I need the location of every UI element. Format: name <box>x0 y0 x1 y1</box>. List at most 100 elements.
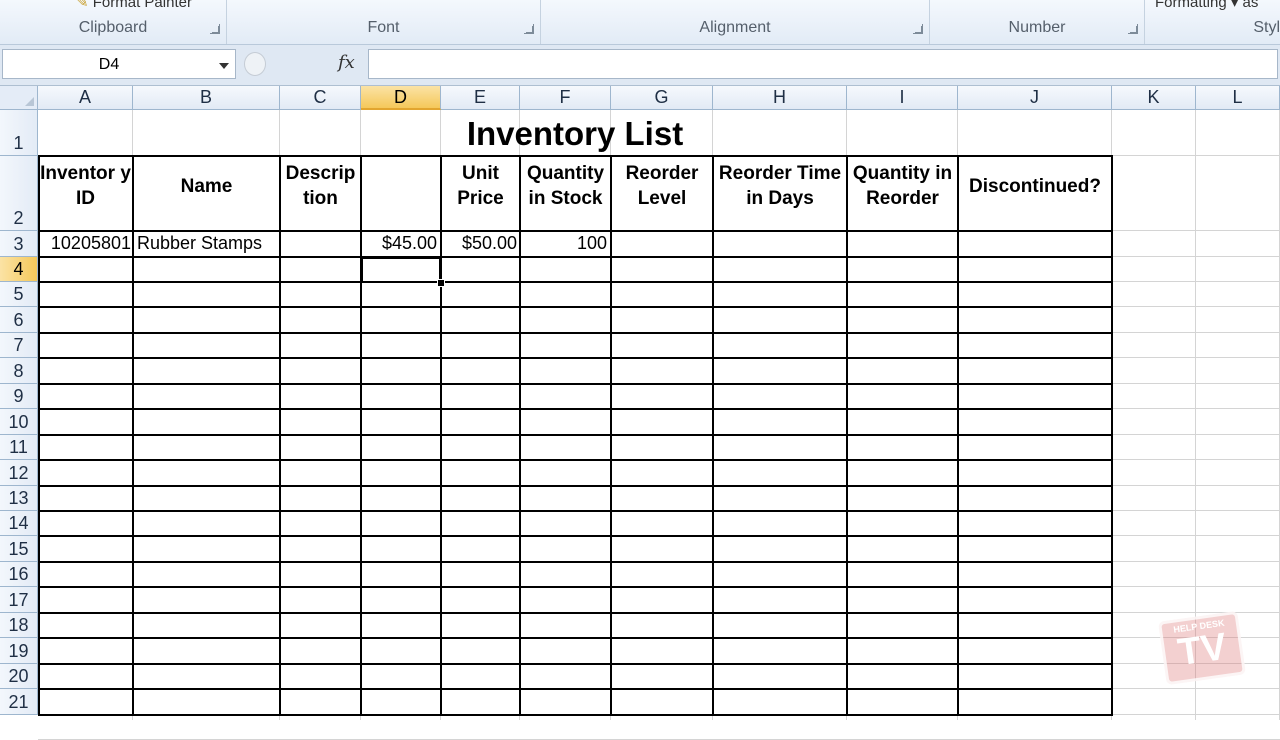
row-number: 16 <box>8 564 29 584</box>
select-all-corner[interactable] <box>0 86 38 110</box>
header-name[interactable]: Name <box>134 156 279 216</box>
row-number: 3 <box>13 234 24 254</box>
column-header-h[interactable]: H <box>713 86 847 110</box>
format-painter-label: Format Painter <box>92 0 192 11</box>
table-border <box>38 434 1113 436</box>
alignment-group: Alignment <box>541 0 930 44</box>
formula-input[interactable] <box>368 49 1278 79</box>
row-header-13[interactable]: 13 <box>0 486 38 511</box>
row-header-2[interactable]: 2 <box>0 156 38 231</box>
clipboard-dialog-launcher-icon[interactable] <box>210 24 220 34</box>
header-d[interactable] <box>362 156 440 216</box>
table-border <box>38 612 1113 614</box>
worksheet-grid[interactable]: ABCDEFGHIJKL 1 2 3 4 5 6 7 8 9 10 11 12 13 14 15 16 17 18… <box>0 86 1280 740</box>
table-border <box>38 561 1113 563</box>
row-header-3[interactable]: 3 <box>0 231 38 257</box>
number-group: Number <box>930 0 1145 44</box>
number-dialog-launcher-icon[interactable] <box>1128 24 1138 34</box>
row-number: 9 <box>13 386 24 406</box>
name-box-dropdown-icon[interactable] <box>219 63 229 69</box>
cell-E3[interactable]: $50.00 <box>442 233 517 254</box>
row-header-20[interactable]: 20 <box>0 664 38 689</box>
row-header-18[interactable]: 18 <box>0 613 38 638</box>
conditional-formatting-button[interactable]: Formatting ▾ as <box>1155 0 1258 11</box>
column-header-i[interactable]: I <box>847 86 958 110</box>
insert-function-icon[interactable]: fx <box>338 52 355 73</box>
header-description[interactable]: Descrip tion <box>281 156 360 216</box>
row-number: 21 <box>8 692 29 712</box>
alignment-dialog-launcher-icon[interactable] <box>913 24 923 34</box>
helpdesk-tv-logo: HELP DESK TV <box>1157 610 1247 686</box>
column-header-a[interactable]: A <box>38 86 133 110</box>
name-box-value: D4 <box>98 56 120 73</box>
row-header-12[interactable]: 12 <box>0 460 38 486</box>
styles-group-label: Styl <box>1253 19 1280 36</box>
row-number: 8 <box>13 361 24 381</box>
table-border <box>38 535 1113 537</box>
header-discontinued[interactable]: Discontinued? <box>959 156 1111 216</box>
row-number: 15 <box>8 539 29 559</box>
row-header-6[interactable]: 6 <box>0 307 38 333</box>
column-header-f[interactable]: F <box>520 86 611 110</box>
column-header-d[interactable]: D <box>361 86 441 110</box>
table-border <box>38 714 1113 716</box>
column-header-e[interactable]: E <box>441 86 520 110</box>
formula-bar-resize-handle[interactable] <box>244 52 266 76</box>
row-header-17[interactable]: 17 <box>0 587 38 613</box>
header-quantity-in-reorder[interactable]: Quantity in Reorder <box>848 156 957 216</box>
row-header-11[interactable]: 11 <box>0 435 38 460</box>
column-header-k[interactable]: K <box>1112 86 1196 110</box>
table-border <box>38 586 1113 588</box>
column-header-b[interactable]: B <box>133 86 280 110</box>
header-reorder-time[interactable]: Reorder Time in Days <box>714 156 846 216</box>
row-header-14[interactable]: 14 <box>0 511 38 536</box>
font-group: Font <box>227 0 541 44</box>
number-group-label: Number <box>1008 19 1066 36</box>
row-header-5[interactable]: 5 <box>0 282 38 307</box>
table-border <box>38 256 1113 258</box>
row-number: 13 <box>8 488 29 508</box>
cell-B3[interactable]: Rubber Stamps <box>137 233 279 254</box>
row-header-16[interactable]: 16 <box>0 562 38 587</box>
row-header-1[interactable]: 1 <box>0 110 38 156</box>
column-header-c[interactable]: C <box>280 86 361 110</box>
name-box[interactable]: D4 <box>2 49 236 79</box>
clipboard-group-label: Clipboard <box>78 19 148 36</box>
row-number: 12 <box>8 463 29 483</box>
row-header-9[interactable]: 9 <box>0 384 38 409</box>
row-header-19[interactable]: 19 <box>0 638 38 664</box>
header-reorder-level[interactable]: Reorder Level <box>612 156 712 216</box>
row-number: 11 <box>9 437 28 457</box>
alignment-group-label: Alignment <box>699 19 771 36</box>
column-header-j[interactable]: J <box>958 86 1112 110</box>
column-header-g[interactable]: G <box>611 86 713 110</box>
font-dialog-launcher-icon[interactable] <box>524 24 534 34</box>
row-number: 5 <box>13 284 24 304</box>
sheet-title[interactable]: Inventory List <box>38 110 1112 155</box>
table-border <box>38 357 1113 359</box>
table-border <box>38 383 1113 385</box>
row-header-4[interactable]: 4 <box>0 257 38 282</box>
active-cell-D4[interactable] <box>361 257 441 283</box>
header-quantity-in-stock[interactable]: Quantity in Stock <box>521 156 610 216</box>
row-number: 7 <box>13 335 24 355</box>
row-header-7[interactable]: 7 <box>0 333 38 358</box>
ribbon: ✎ Format Painter Clipboard Font Alignmen… <box>0 0 1280 45</box>
row-number: 4 <box>13 259 24 279</box>
row-header-21[interactable]: 21 <box>0 689 38 715</box>
styles-group: Formatting ▾ as Styl <box>1145 0 1280 44</box>
row-header-15[interactable]: 15 <box>0 536 38 562</box>
table-border <box>38 637 1113 639</box>
header-inventory-id[interactable]: Inventor y ID <box>39 156 132 216</box>
cell-D3[interactable]: $45.00 <box>362 233 437 254</box>
format-painter-button[interactable]: ✎ Format Painter <box>76 0 192 11</box>
cell-A3[interactable]: 10205801 <box>41 233 131 254</box>
cell-F3[interactable]: 100 <box>521 233 607 254</box>
fill-handle[interactable] <box>437 279 445 287</box>
row-header-8[interactable]: 8 <box>0 358 38 384</box>
table-border <box>38 688 1113 690</box>
row-header-10[interactable]: 10 <box>0 409 38 435</box>
header-unit-price[interactable]: Unit Price <box>442 156 519 216</box>
column-header-l[interactable]: L <box>1196 86 1280 110</box>
table-border <box>38 332 1113 334</box>
